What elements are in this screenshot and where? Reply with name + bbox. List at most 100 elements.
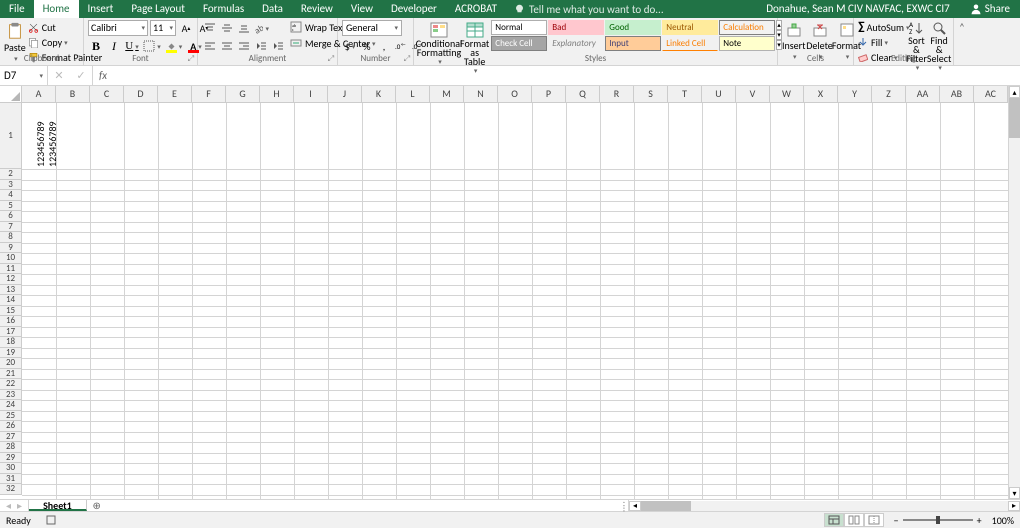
format-as-table-button[interactable]: Format as Table▾ bbox=[460, 20, 489, 75]
decrease-indent-button[interactable] bbox=[253, 38, 269, 54]
increase-font-button[interactable]: A▴ bbox=[178, 20, 194, 36]
row-header-16[interactable]: 16 bbox=[0, 316, 22, 327]
italic-button[interactable]: I bbox=[106, 38, 122, 54]
row-header-1[interactable]: 1 bbox=[0, 103, 22, 169]
col-header-B[interactable]: B bbox=[56, 86, 90, 103]
tab-file[interactable]: File bbox=[0, 0, 34, 18]
tab-review[interactable]: Review bbox=[292, 0, 342, 18]
align-right-button[interactable] bbox=[236, 38, 252, 54]
tab-data[interactable]: Data bbox=[253, 0, 292, 18]
col-header-A[interactable]: A bbox=[22, 86, 56, 103]
hscroll-right[interactable]: ▸ bbox=[1008, 501, 1020, 511]
select-all-button[interactable] bbox=[0, 86, 22, 103]
macro-record-icon[interactable] bbox=[45, 514, 59, 526]
increase-indent-button[interactable] bbox=[270, 38, 286, 54]
fill-color-button[interactable]: ▾ bbox=[164, 38, 184, 54]
row-header-4[interactable]: 4 bbox=[0, 190, 22, 201]
cell-B1[interactable]: 123456789 bbox=[46, 105, 59, 167]
border-button[interactable]: ▾ bbox=[142, 38, 162, 54]
font-size-combo[interactable]: 11▾ bbox=[150, 20, 176, 36]
view-page-break-button[interactable] bbox=[864, 513, 884, 527]
hscroll-left[interactable]: ◂ bbox=[629, 501, 641, 511]
col-header-AB[interactable]: AB bbox=[940, 86, 974, 103]
sheet-nav-prev[interactable]: ◂ bbox=[6, 499, 11, 512]
enter-fx-button[interactable]: ✓ bbox=[70, 69, 92, 82]
align-top-button[interactable] bbox=[202, 20, 218, 36]
row-header-26[interactable]: 26 bbox=[0, 421, 22, 432]
style-good[interactable]: Good bbox=[605, 20, 661, 35]
col-header-Y[interactable]: Y bbox=[838, 86, 872, 103]
col-header-T[interactable]: T bbox=[668, 86, 702, 103]
style-bad[interactable]: Bad bbox=[548, 20, 604, 35]
align-bottom-button[interactable] bbox=[236, 20, 252, 36]
col-header-J[interactable]: J bbox=[328, 86, 362, 103]
col-header-K[interactable]: K bbox=[362, 86, 396, 103]
col-header-U[interactable]: U bbox=[702, 86, 736, 103]
col-header-Z[interactable]: Z bbox=[872, 86, 906, 103]
col-header-M[interactable]: M bbox=[430, 86, 464, 103]
row-header-18[interactable]: 18 bbox=[0, 337, 22, 348]
col-header-C[interactable]: C bbox=[90, 86, 124, 103]
col-header-E[interactable]: E bbox=[158, 86, 192, 103]
tab-formulas[interactable]: Formulas bbox=[194, 0, 253, 18]
col-header-S[interactable]: S bbox=[634, 86, 668, 103]
align-center-button[interactable] bbox=[219, 38, 235, 54]
vscroll-down[interactable]: ▾ bbox=[1009, 487, 1020, 499]
tab-developer[interactable]: Developer bbox=[382, 0, 446, 18]
tab-page-layout[interactable]: Page Layout bbox=[122, 0, 194, 18]
col-header-D[interactable]: D bbox=[124, 86, 158, 103]
col-header-AC[interactable]: AC bbox=[974, 86, 1008, 103]
col-header-AA[interactable]: AA bbox=[906, 86, 940, 103]
comma-button[interactable]: , bbox=[376, 38, 392, 54]
row-header-32[interactable]: 32 bbox=[0, 484, 22, 495]
col-header-V[interactable]: V bbox=[736, 86, 770, 103]
vscroll-track[interactable] bbox=[1009, 98, 1020, 487]
font-launcher[interactable]: ⤢ bbox=[186, 54, 196, 64]
underline-button[interactable]: U▾ bbox=[124, 38, 140, 54]
share-button[interactable]: Share bbox=[960, 0, 1020, 18]
zoom-in-button[interactable]: + bbox=[977, 514, 982, 527]
col-header-W[interactable]: W bbox=[770, 86, 804, 103]
col-header-Q[interactable]: Q bbox=[566, 86, 600, 103]
row-header-22[interactable]: 22 bbox=[0, 379, 22, 390]
row-header-12[interactable]: 12 bbox=[0, 274, 22, 285]
row-header-28[interactable]: 28 bbox=[0, 442, 22, 453]
col-header-N[interactable]: N bbox=[464, 86, 498, 103]
tab-view[interactable]: View bbox=[342, 0, 382, 18]
tell-me-search[interactable]: Tell me what you want to do... bbox=[514, 0, 664, 18]
row-header-14[interactable]: 14 bbox=[0, 295, 22, 306]
hscroll-thumb[interactable] bbox=[641, 501, 691, 511]
vscroll-up[interactable]: ▴ bbox=[1009, 86, 1020, 98]
zoom-out-button[interactable]: − bbox=[894, 514, 899, 527]
style-normal[interactable]: Normal bbox=[491, 20, 547, 35]
cancel-fx-button[interactable]: ✕ bbox=[48, 69, 70, 82]
alignment-launcher[interactable]: ⤢ bbox=[326, 54, 336, 64]
style-note[interactable]: Note bbox=[719, 36, 775, 51]
view-page-layout-button[interactable] bbox=[844, 513, 864, 527]
number-launcher[interactable]: ⤢ bbox=[402, 54, 412, 64]
col-header-F[interactable]: F bbox=[192, 86, 226, 103]
user-name[interactable]: Donahue, Sean M CIV NAVFAC, EXWC CI7 bbox=[756, 0, 960, 18]
vscroll-thumb[interactable] bbox=[1009, 98, 1020, 138]
col-header-X[interactable]: X bbox=[804, 86, 838, 103]
zoom-value[interactable]: 100% bbox=[992, 514, 1014, 527]
style-input[interactable]: Input bbox=[605, 36, 661, 51]
col-header-R[interactable]: R bbox=[600, 86, 634, 103]
percent-button[interactable]: % bbox=[359, 38, 375, 54]
fx-icon[interactable]: fx bbox=[93, 66, 113, 85]
col-header-H[interactable]: H bbox=[260, 86, 294, 103]
orientation-button[interactable]: ab▾ bbox=[253, 20, 269, 36]
number-format-combo[interactable]: General▾ bbox=[342, 20, 402, 36]
collapse-ribbon-button[interactable]: ˄ bbox=[954, 18, 970, 65]
tab-insert[interactable]: Insert bbox=[79, 0, 123, 18]
col-header-P[interactable]: P bbox=[532, 86, 566, 103]
style-linked-cell[interactable]: Linked Cell bbox=[662, 36, 718, 51]
tab-home[interactable]: Home bbox=[34, 0, 79, 18]
row-header-2[interactable]: 2 bbox=[0, 169, 22, 180]
row-header-24[interactable]: 24 bbox=[0, 400, 22, 411]
fill-button[interactable]: Fill▾ bbox=[858, 35, 906, 49]
sheet-tab-1[interactable]: Sheet1 bbox=[29, 500, 87, 511]
hscroll-track[interactable] bbox=[641, 501, 1008, 511]
accounting-button[interactable]: $▾ bbox=[342, 38, 358, 54]
zoom-slider-thumb[interactable] bbox=[936, 516, 940, 524]
